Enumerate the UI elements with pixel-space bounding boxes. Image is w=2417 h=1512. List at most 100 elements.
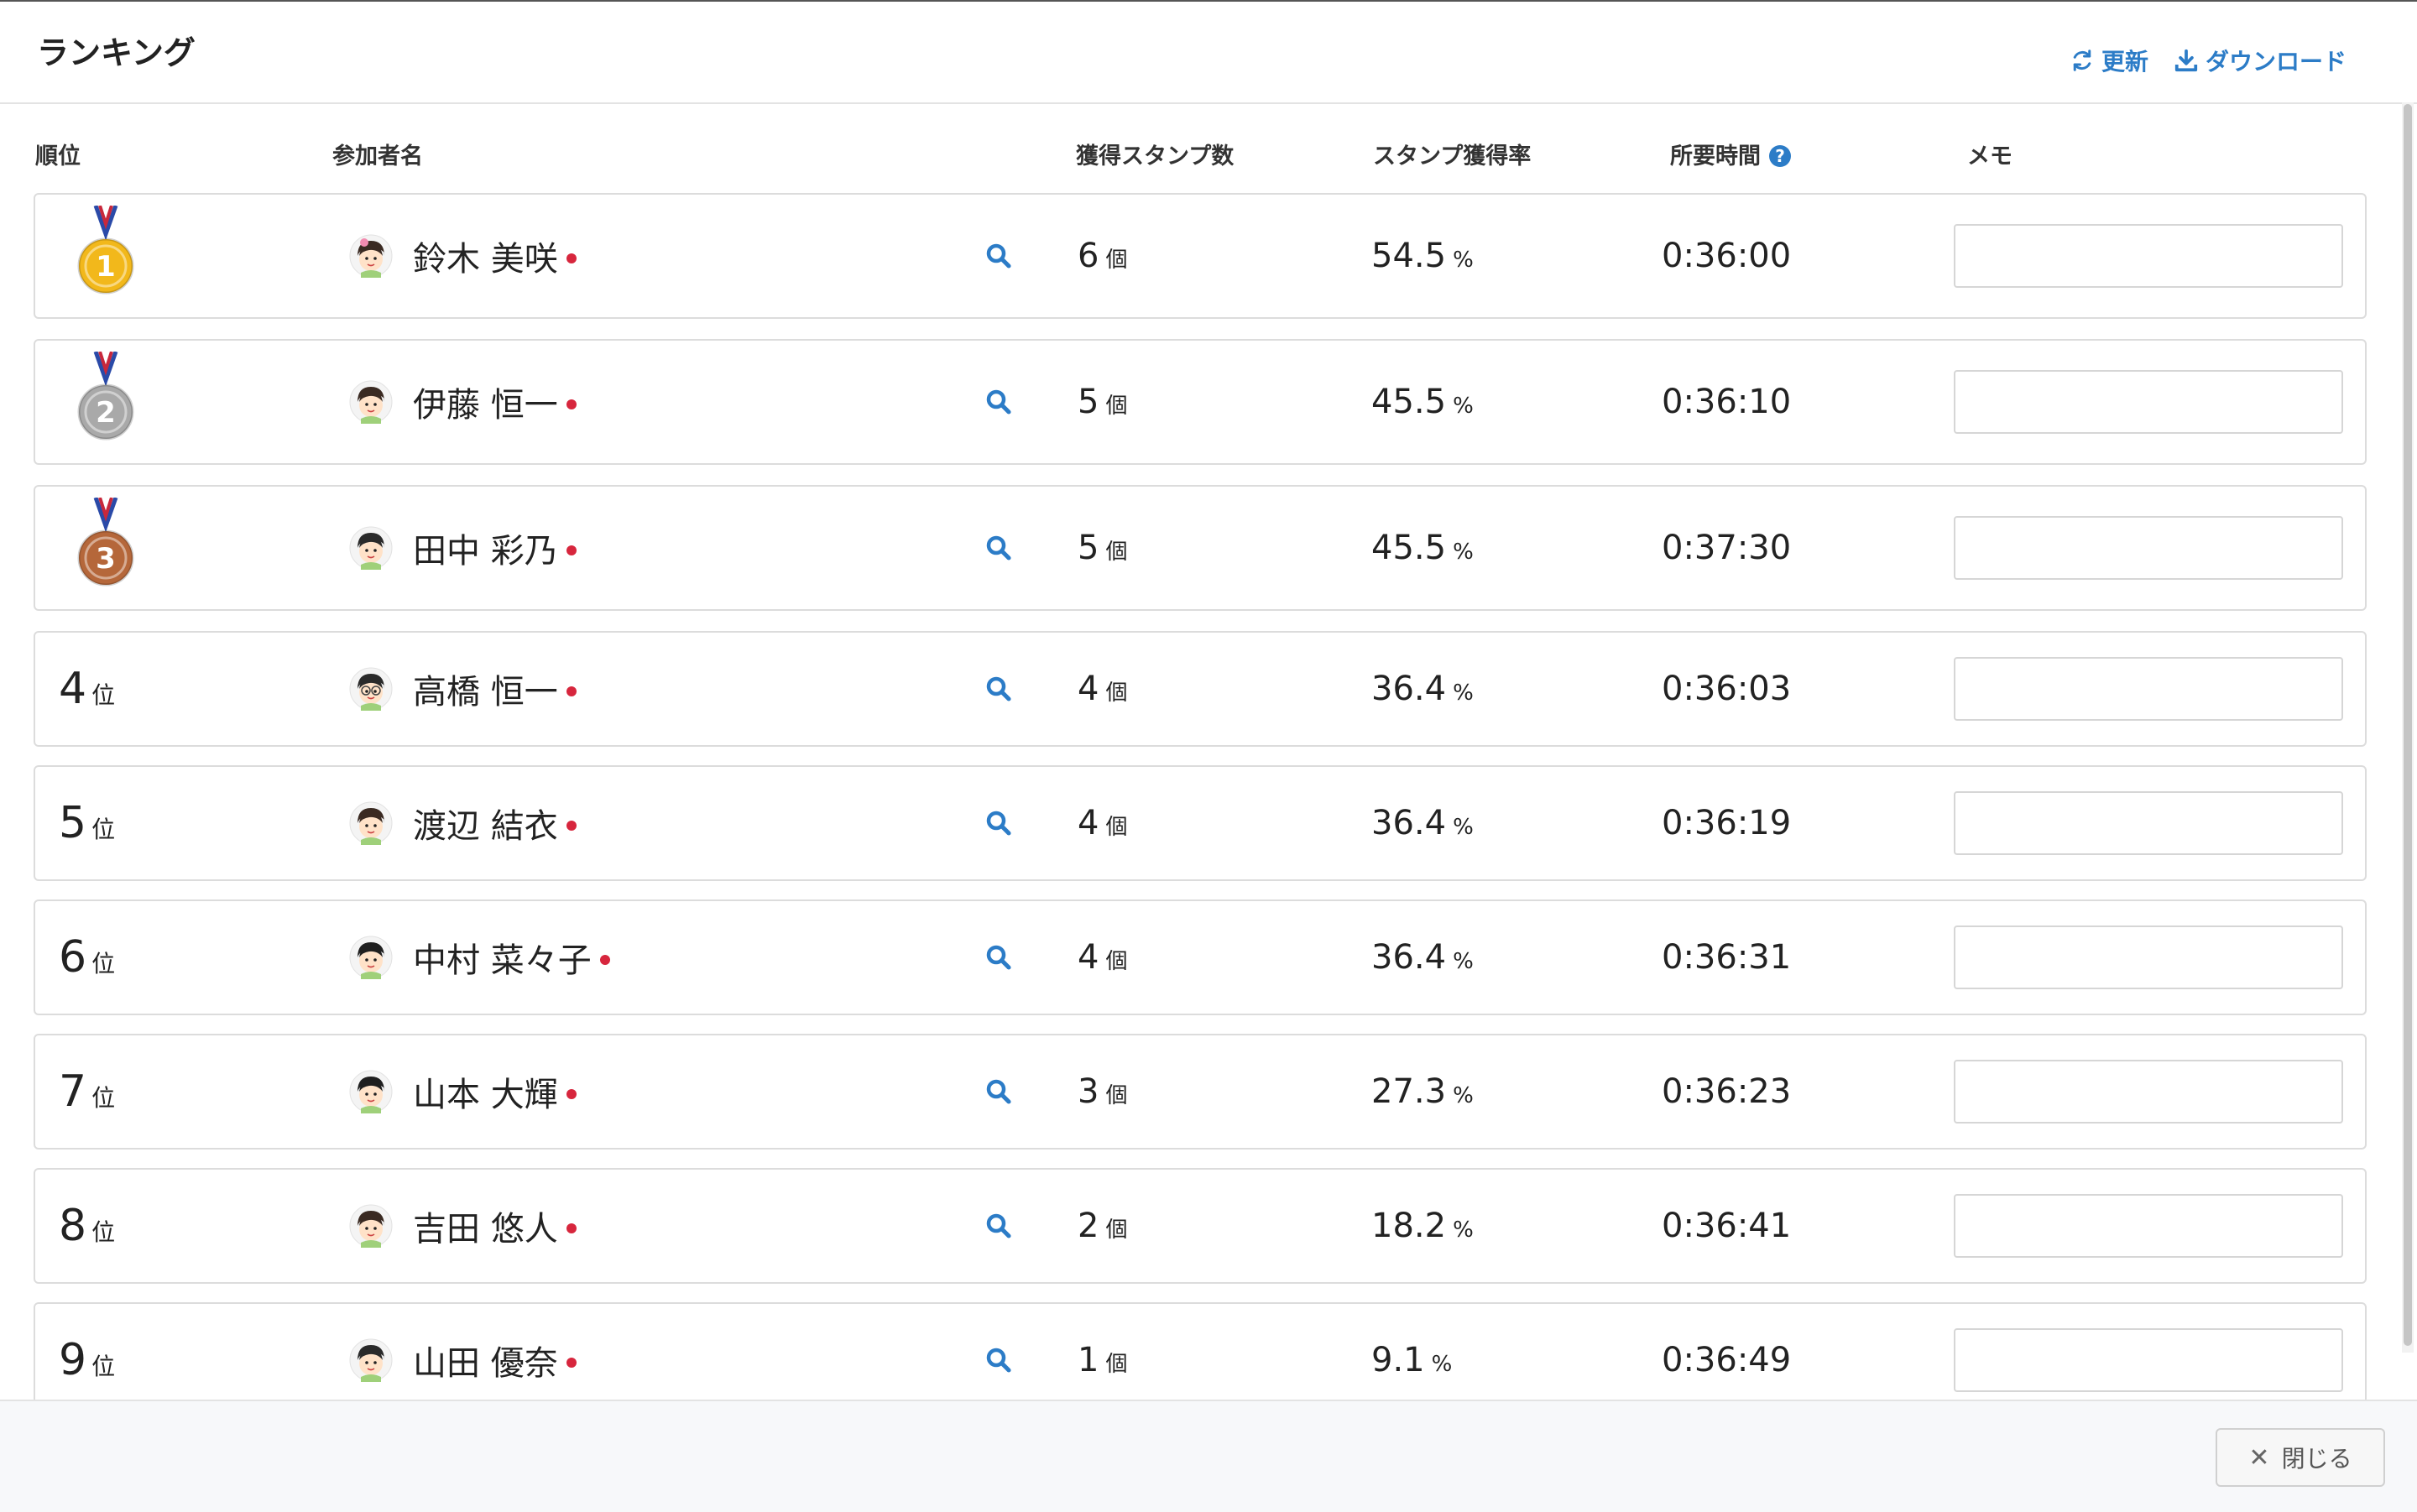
rank-suffix: 位 [91, 1218, 116, 1246]
participant-name-text: 吉田 悠人 [413, 1210, 558, 1249]
search-icon[interactable] [984, 241, 1014, 271]
col-memo: メモ [1967, 143, 2012, 169]
avatar [349, 234, 393, 278]
close-button[interactable]: ✕ 閉じる [2216, 1428, 2385, 1487]
participant-name: 吉田 悠人 [413, 1202, 577, 1250]
rank-label: 9位 [59, 1335, 115, 1385]
status-dot-icon [566, 399, 577, 409]
status-dot-icon [566, 545, 577, 555]
memo-input[interactable] [1954, 1194, 2343, 1258]
participant-name-text: 田中 彩乃 [413, 532, 558, 571]
participant-name: 渡辺 結衣 [413, 799, 577, 847]
stamp-rate-value: 54.5 [1371, 237, 1447, 275]
table-row: 8位 吉田 悠人 2 個 18.2% 0:36:41 [34, 1168, 2367, 1284]
search-icon[interactable] [984, 808, 1014, 838]
stamp-rate-value: 18.2 [1371, 1207, 1447, 1245]
stamp-rate-unit: % [1453, 394, 1474, 419]
stamp-count-value: 1 [1078, 1341, 1099, 1379]
table-row: 6位 中村 菜々子 4 個 36.4% 0:36:31 [34, 899, 2367, 1015]
stamp-rate: 54.5% [1371, 237, 1474, 275]
memo-input[interactable] [1954, 1060, 2343, 1124]
elapsed-time: 0:36:03 [1662, 670, 1792, 708]
download-label: ダウンロード [2205, 48, 2347, 76]
help-icon[interactable]: ? [1769, 145, 1791, 167]
participant-name: 高橋 恒一 [413, 665, 577, 713]
search-icon[interactable] [984, 1211, 1014, 1241]
search-icon[interactable] [984, 533, 1014, 563]
stamp-rate: 36.4% [1371, 670, 1474, 708]
elapsed-time: 0:36:49 [1662, 1341, 1792, 1379]
svg-text:2: 2 [96, 396, 116, 430]
col-time: 所要時間? [1670, 138, 1791, 170]
stamp-count: 4個 [1078, 670, 1127, 708]
rank-suffix: 位 [91, 1353, 116, 1380]
search-icon[interactable] [984, 1345, 1014, 1375]
stamp-count-value: 4 [1078, 670, 1099, 708]
avatar [349, 1338, 393, 1382]
dialog-title: ランキング [37, 34, 196, 71]
memo-input[interactable] [1954, 224, 2343, 288]
rank-number: 7 [59, 1066, 87, 1117]
stamp-rate-value: 9.1 [1371, 1341, 1425, 1379]
stamp-count-value: 5 [1078, 529, 1099, 567]
gold-medal-icon: 1 [74, 206, 138, 306]
refresh-label: 更新 [2101, 48, 2148, 76]
bronze-medal-icon: 3 [74, 498, 138, 598]
memo-input[interactable] [1954, 925, 2343, 989]
memo-input[interactable] [1954, 657, 2343, 721]
stamp-count: 4個 [1078, 938, 1127, 977]
rank-suffix: 位 [91, 1084, 116, 1112]
avatar [349, 1070, 393, 1113]
table-row: 7位 山本 大輝 3 個 27.3% 0:36:23 [34, 1034, 2367, 1150]
rank-number: 5 [59, 798, 87, 848]
status-dot-icon [566, 253, 577, 263]
memo-input[interactable] [1954, 1328, 2343, 1392]
scrollbar-thumb[interactable] [2404, 104, 2412, 1346]
rank-label: 8位 [59, 1201, 115, 1251]
stamp-rate-value: 45.5 [1371, 529, 1447, 567]
memo-input[interactable] [1954, 370, 2343, 434]
elapsed-time: 0:36:19 [1662, 804, 1792, 842]
status-dot-icon [566, 821, 577, 831]
rank-label: 5位 [59, 798, 115, 848]
stamp-count: 6個 [1078, 237, 1127, 275]
stamp-rate: 9.1% [1371, 1341, 1452, 1379]
rank-label: 4位 [59, 664, 115, 714]
participant-name: 田中 彩乃 [413, 524, 577, 572]
memo-input[interactable] [1954, 791, 2343, 855]
search-icon[interactable] [984, 942, 1014, 972]
search-icon[interactable] [984, 674, 1014, 704]
stamp-count: 1個 [1078, 1341, 1127, 1379]
col-rank: 順位 [35, 143, 81, 169]
stamp-rate-value: 27.3 [1371, 1072, 1447, 1111]
status-dot-icon [566, 1358, 577, 1368]
search-icon[interactable] [984, 387, 1014, 417]
stamp-rate: 18.2% [1371, 1207, 1474, 1245]
status-dot-icon [599, 955, 610, 965]
download-button[interactable]: ダウンロード [2174, 44, 2347, 77]
participant-name: 山本 大輝 [413, 1067, 577, 1116]
search-icon[interactable] [984, 1077, 1014, 1107]
stamp-count-value: 3 [1078, 1072, 1099, 1111]
close-label: 閉じる [2281, 1445, 2352, 1473]
stamp-count-value: 2 [1078, 1207, 1099, 1245]
silver-medal-icon: 2 [74, 352, 138, 452]
rank-suffix: 位 [91, 816, 116, 843]
refresh-icon [2073, 50, 2091, 71]
participant-name-text: 高橋 恒一 [413, 673, 558, 712]
elapsed-time: 0:36:10 [1662, 383, 1792, 421]
refresh-button[interactable]: 更新 [2070, 44, 2148, 77]
svg-text:1: 1 [96, 250, 116, 284]
stamp-count-value: 4 [1078, 804, 1099, 842]
rank-number: 9 [59, 1335, 87, 1385]
stamp-count: 5個 [1078, 383, 1127, 421]
stamp-count-unit: 個 [1105, 248, 1128, 273]
stamp-count: 3個 [1078, 1072, 1127, 1111]
stamp-count-value: 4 [1078, 938, 1099, 977]
dialog-header: ランキング 更新 ダウンロード [0, 2, 2417, 104]
download-icon [2174, 49, 2198, 72]
participant-name-text: 山田 優奈 [413, 1344, 558, 1383]
rank-label: 7位 [59, 1066, 115, 1117]
col-time-label: 所要時間 [1670, 143, 1761, 169]
memo-input[interactable] [1954, 516, 2343, 580]
